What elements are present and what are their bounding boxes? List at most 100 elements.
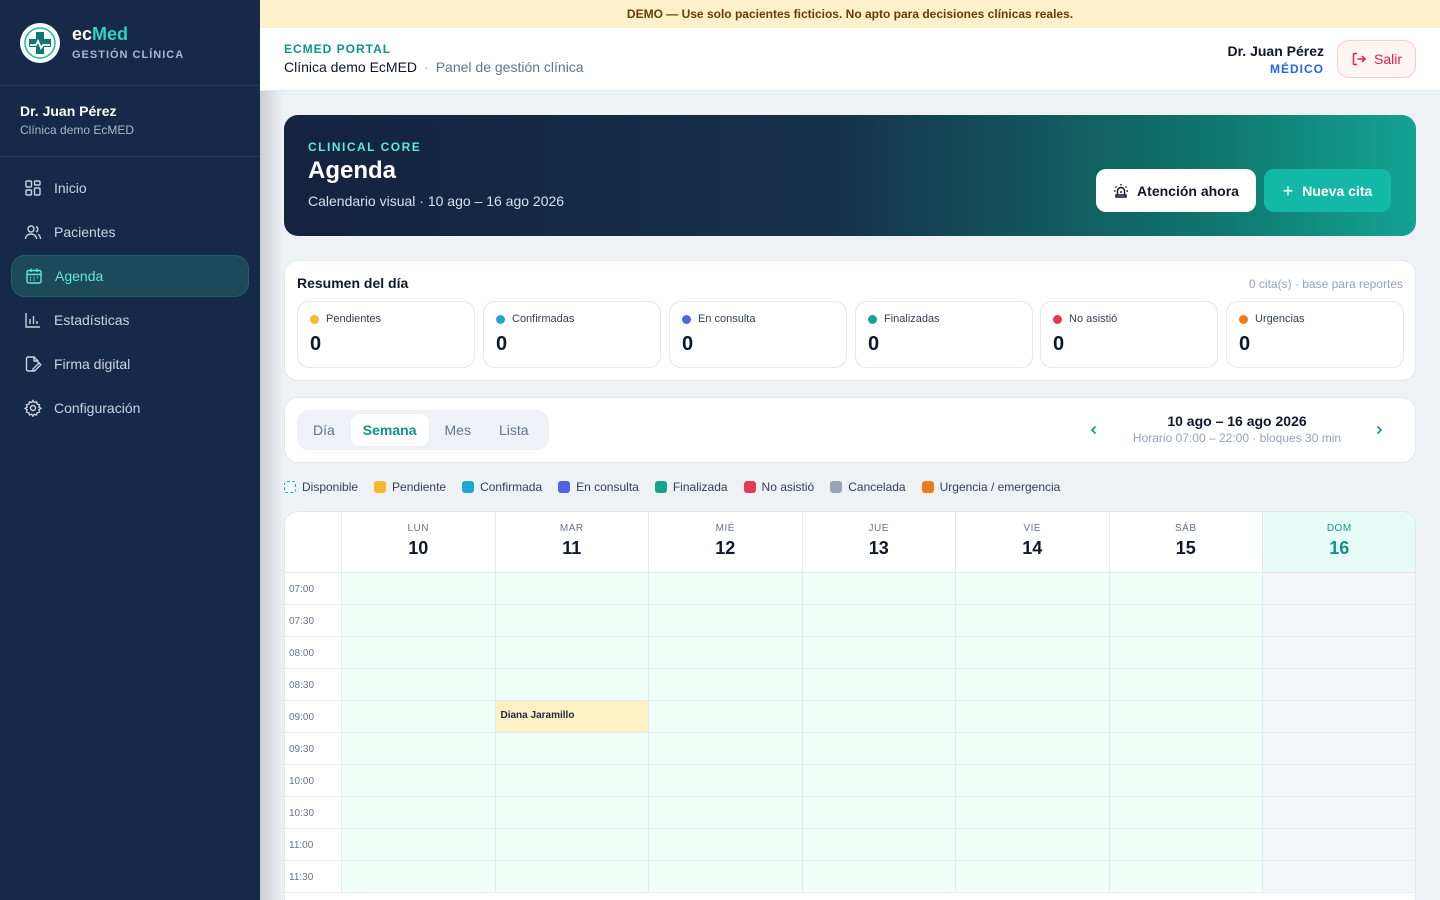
time-slot[interactable]	[648, 765, 802, 796]
time-slot[interactable]	[341, 733, 495, 764]
time-slot[interactable]	[955, 573, 1109, 604]
time-slot[interactable]	[648, 829, 802, 860]
time-slot[interactable]	[341, 637, 495, 668]
legend-item: Urgencia / emergencia	[921, 480, 1060, 494]
tab-dia[interactable]: Día	[301, 414, 347, 446]
legend-swatch	[374, 481, 387, 493]
time-slot[interactable]	[494, 669, 648, 700]
sidebar-item-estadisticas[interactable]: Estadísticas	[11, 299, 249, 341]
sidebar-shadow	[260, 91, 284, 900]
time-slot[interactable]	[648, 701, 802, 732]
time-slot[interactable]	[801, 797, 955, 828]
time-slot	[1262, 861, 1415, 892]
time-slot[interactable]	[494, 605, 648, 636]
time-slot[interactable]	[341, 605, 495, 636]
tab-mes[interactable]: Mes	[433, 414, 483, 446]
day-header[interactable]: DOM 16	[1262, 512, 1415, 572]
time-slot[interactable]	[648, 733, 802, 764]
time-slot[interactable]	[341, 829, 495, 860]
sidebar-item-pacientes[interactable]: Pacientes	[11, 211, 249, 253]
day-header[interactable]: LUN 10	[341, 512, 495, 572]
day-name: VIE	[1023, 523, 1042, 534]
previous-week-button[interactable]	[1082, 418, 1106, 442]
time-slot[interactable]	[801, 861, 955, 892]
day-header[interactable]: VIE 14	[955, 512, 1109, 572]
tab-lista[interactable]: Lista	[487, 414, 541, 446]
tab-semana[interactable]: Semana	[350, 414, 429, 446]
time-slot[interactable]	[341, 765, 495, 796]
next-week-button[interactable]	[1367, 418, 1391, 442]
appointment-block[interactable]: Diana Jaramillo	[494, 701, 648, 732]
time-slot[interactable]	[1108, 861, 1262, 892]
time-slot[interactable]	[955, 701, 1109, 732]
time-slot[interactable]	[1108, 637, 1262, 668]
time-slot[interactable]	[801, 573, 955, 604]
time-slot[interactable]	[801, 637, 955, 668]
schedule-hours: Horario 07:00 – 22:00 · bloques 30 min	[1132, 431, 1342, 445]
day-header[interactable]: JUE 13	[801, 512, 956, 572]
time-slot[interactable]	[1108, 829, 1262, 860]
brand[interactable]: ecMed GESTIÓN CLÍNICA	[0, 0, 260, 86]
time-slot	[1262, 669, 1415, 700]
time-slot[interactable]	[341, 573, 495, 604]
time-slot[interactable]	[648, 861, 802, 892]
sidebar-item-inicio[interactable]: Inicio	[11, 167, 249, 209]
sidebar-user: Dr. Juan Pérez Clínica demo EcMED	[0, 86, 260, 157]
time-slot[interactable]	[955, 605, 1109, 636]
sidebar-item-agenda[interactable]: Agenda	[11, 255, 249, 297]
plus-icon: +	[1282, 180, 1294, 201]
time-slot[interactable]	[955, 733, 1109, 764]
logout-button[interactable]: Salir	[1337, 40, 1416, 78]
time-slot[interactable]	[341, 701, 495, 732]
time-slot[interactable]	[1108, 573, 1262, 604]
time-slot[interactable]	[648, 797, 802, 828]
time-slot[interactable]	[494, 829, 648, 860]
day-header[interactable]: SÁB 15	[1108, 512, 1263, 572]
time-slot[interactable]	[494, 797, 648, 828]
time-slot[interactable]	[341, 861, 495, 892]
time-slot[interactable]	[1108, 797, 1262, 828]
sidebar-item-configuracion[interactable]: Configuración	[11, 387, 249, 429]
time-slot[interactable]	[955, 637, 1109, 668]
stat-card-confirmadas: Confirmadas 0	[483, 301, 661, 368]
time-slot[interactable]	[801, 605, 955, 636]
time-slot[interactable]	[1108, 733, 1262, 764]
time-slot[interactable]	[955, 797, 1109, 828]
time-slot[interactable]	[648, 605, 802, 636]
time-slot[interactable]	[801, 765, 955, 796]
time-slot[interactable]	[955, 861, 1109, 892]
time-slot[interactable]	[801, 733, 955, 764]
time-slot[interactable]	[648, 573, 802, 604]
calendar-icon	[26, 268, 42, 284]
time-slot[interactable]	[955, 829, 1109, 860]
time-slot[interactable]	[801, 701, 955, 732]
time-slot[interactable]	[1108, 701, 1262, 732]
time-slot[interactable]	[648, 669, 802, 700]
time-slot[interactable]	[494, 573, 648, 604]
status-dot	[1239, 314, 1248, 324]
time-slot[interactable]	[341, 669, 495, 700]
time-slot[interactable]	[801, 669, 955, 700]
stat-label: Pendientes	[326, 313, 382, 325]
time-slot[interactable]	[648, 637, 802, 668]
attention-now-button[interactable]: Atención ahora	[1096, 169, 1256, 212]
time-slot[interactable]	[494, 637, 648, 668]
time-slot[interactable]	[494, 765, 648, 796]
time-slot[interactable]	[494, 733, 648, 764]
new-appointment-button[interactable]: + Nueva cita	[1264, 169, 1391, 212]
time-slot[interactable]	[1108, 765, 1262, 796]
time-slot[interactable]	[494, 861, 648, 892]
sidebar-item-firma-digital[interactable]: Firma digital	[11, 343, 249, 385]
time-slot[interactable]	[341, 797, 495, 828]
time-slot[interactable]	[955, 765, 1109, 796]
day-header[interactable]: MIÉ 12	[648, 512, 802, 572]
legend-item: Pendiente	[374, 480, 446, 494]
time-slot[interactable]	[801, 829, 955, 860]
time-slot[interactable]	[1108, 605, 1262, 636]
stat-card-en-consulta: En consulta 0	[669, 301, 847, 368]
stat-value: 0	[496, 333, 508, 355]
day-header[interactable]: MAR 11	[494, 512, 649, 572]
time-slot[interactable]	[1108, 669, 1262, 700]
time-slot[interactable]	[955, 669, 1109, 700]
time-slot	[1262, 829, 1415, 860]
